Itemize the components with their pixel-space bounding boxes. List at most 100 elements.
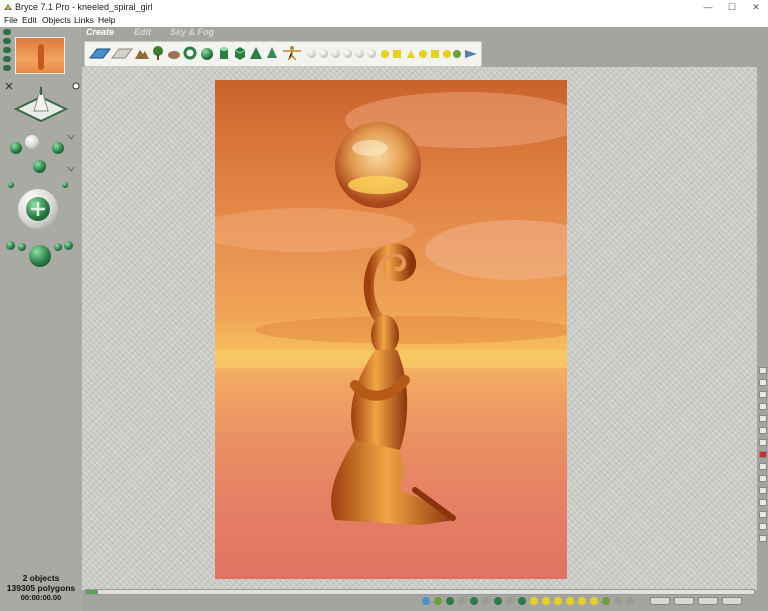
pan-down-control[interactable]	[33, 160, 46, 173]
rail-button[interactable]	[759, 511, 767, 518]
left-control-panel: 2 objects 139305 polygons 00:00:00.00	[0, 27, 82, 611]
bottom-tool-icon[interactable]	[590, 597, 598, 605]
primitive-icon[interactable]	[355, 49, 364, 58]
nano-preview[interactable]	[15, 37, 65, 74]
zoom-control[interactable]	[6, 241, 15, 250]
figure-import-icon[interactable]	[281, 46, 303, 60]
rail-button[interactable]	[759, 415, 767, 422]
bottom-tool-icon[interactable]	[602, 597, 610, 605]
bottom-tool-icon[interactable]	[458, 597, 466, 605]
rewind-button[interactable]	[650, 597, 670, 605]
zoom-control[interactable]	[64, 241, 73, 250]
bottom-tool-icon[interactable]	[542, 597, 550, 605]
animation-time: 00:00:00.00	[20, 593, 62, 602]
rail-button[interactable]	[759, 379, 767, 386]
bottom-tool-icon[interactable]	[482, 597, 490, 605]
rail-button[interactable]	[759, 523, 767, 530]
pan-up-control[interactable]	[25, 135, 39, 149]
object-count: 2 objects	[22, 573, 60, 583]
window-title: Bryce 7.1 Pro - kneeled_spiral_girl	[15, 2, 153, 12]
end-button[interactable]	[722, 597, 742, 605]
preview-figure	[38, 44, 44, 70]
cone-icon[interactable]	[265, 46, 279, 60]
play-button[interactable]	[674, 597, 694, 605]
bottom-tool-icon[interactable]	[518, 597, 526, 605]
bottom-tool-icon[interactable]	[422, 597, 430, 605]
pan-right-control[interactable]	[52, 142, 64, 154]
bottom-tool-icon[interactable]	[554, 597, 562, 605]
zoom-trackball[interactable]	[29, 245, 51, 267]
maximize-button[interactable]: ☐	[720, 0, 744, 14]
move-cross-icon	[31, 202, 45, 216]
zoom-control[interactable]	[18, 243, 26, 251]
animation-bar	[82, 588, 768, 611]
tree-icon[interactable]	[151, 46, 165, 60]
bottom-tool-icon[interactable]	[434, 597, 442, 605]
zoom-control[interactable]	[54, 243, 62, 251]
rail-button[interactable]	[759, 499, 767, 506]
pyramid-icon[interactable]	[249, 46, 263, 60]
scene-status: 2 objects 139305 polygons 00:00:00.00	[0, 573, 82, 603]
render-viewport[interactable]	[215, 80, 567, 579]
rendered-scene	[215, 92, 567, 525]
ground-plane-icon[interactable]	[111, 46, 133, 60]
small-control-dot[interactable]	[8, 182, 14, 188]
light-icons-row[interactable]	[379, 46, 479, 60]
pan-left-control[interactable]	[10, 142, 22, 154]
menu-help[interactable]: Help	[98, 15, 115, 25]
bottom-tool-icon[interactable]	[446, 597, 454, 605]
rail-button[interactable]	[759, 403, 767, 410]
tab-edit[interactable]: Edit	[134, 27, 151, 37]
bottom-tool-icon[interactable]	[506, 597, 514, 605]
rail-button[interactable]	[759, 367, 767, 374]
canvas-area[interactable]	[82, 67, 757, 590]
bottom-tool-icon[interactable]	[626, 597, 634, 605]
bryce-app-icon	[4, 4, 12, 10]
rail-button[interactable]	[759, 439, 767, 446]
close-button[interactable]: ✕	[744, 0, 768, 14]
tab-create[interactable]: Create	[86, 27, 114, 37]
primitive-icon[interactable]	[343, 49, 352, 58]
timeline-scrubber[interactable]	[85, 589, 755, 595]
torus-icon[interactable]	[183, 46, 197, 60]
record-button[interactable]	[759, 451, 767, 458]
menu-links[interactable]: Links	[74, 15, 94, 25]
water-plane-icon[interactable]	[89, 46, 111, 60]
rail-button[interactable]	[759, 535, 767, 542]
cylinder-icon[interactable]	[217, 46, 231, 60]
create-toolbar	[84, 41, 482, 67]
minimize-button[interactable]: —	[696, 0, 720, 14]
bottom-tool-icon[interactable]	[566, 597, 574, 605]
rail-button[interactable]	[759, 487, 767, 494]
small-dot-icon[interactable]	[72, 82, 80, 90]
primitive-icon[interactable]	[307, 49, 316, 58]
bottom-tool-icon[interactable]	[470, 597, 478, 605]
menu-edit[interactable]: Edit	[22, 15, 37, 25]
bottom-tool-icon[interactable]	[494, 597, 502, 605]
rail-button[interactable]	[759, 463, 767, 470]
rail-button[interactable]	[759, 391, 767, 398]
bottom-tool-icon[interactable]	[614, 597, 622, 605]
sphere-icon[interactable]	[201, 48, 213, 60]
small-control-dot[interactable]	[62, 182, 68, 188]
timeline-current-marker[interactable]	[86, 590, 98, 594]
forward-button[interactable]	[698, 597, 718, 605]
bottom-tool-icon[interactable]	[530, 597, 538, 605]
rail-button[interactable]	[759, 427, 767, 434]
rail-button[interactable]	[759, 475, 767, 482]
camera-trackball[interactable]	[12, 83, 70, 127]
tab-sky-fog[interactable]: Sky & Fog	[170, 27, 214, 37]
menu-file[interactable]: File	[4, 15, 18, 25]
bryce-workspace: 2 objects 139305 polygons 00:00:00.00 Cr…	[0, 27, 768, 611]
bottom-tool-icon[interactable]	[578, 597, 586, 605]
chevron-controls-icon[interactable]	[66, 133, 76, 173]
primitive-icon[interactable]	[319, 49, 328, 58]
view-mode-strip[interactable]	[3, 29, 13, 75]
primitive-icon[interactable]	[367, 49, 376, 58]
primitive-icon[interactable]	[331, 49, 340, 58]
cube-icon[interactable]	[233, 46, 247, 60]
menu-objects[interactable]: Objects	[42, 15, 71, 25]
terrain-icon[interactable]	[135, 46, 149, 60]
rock-icon[interactable]	[167, 46, 181, 60]
glass-sphere	[335, 122, 421, 208]
